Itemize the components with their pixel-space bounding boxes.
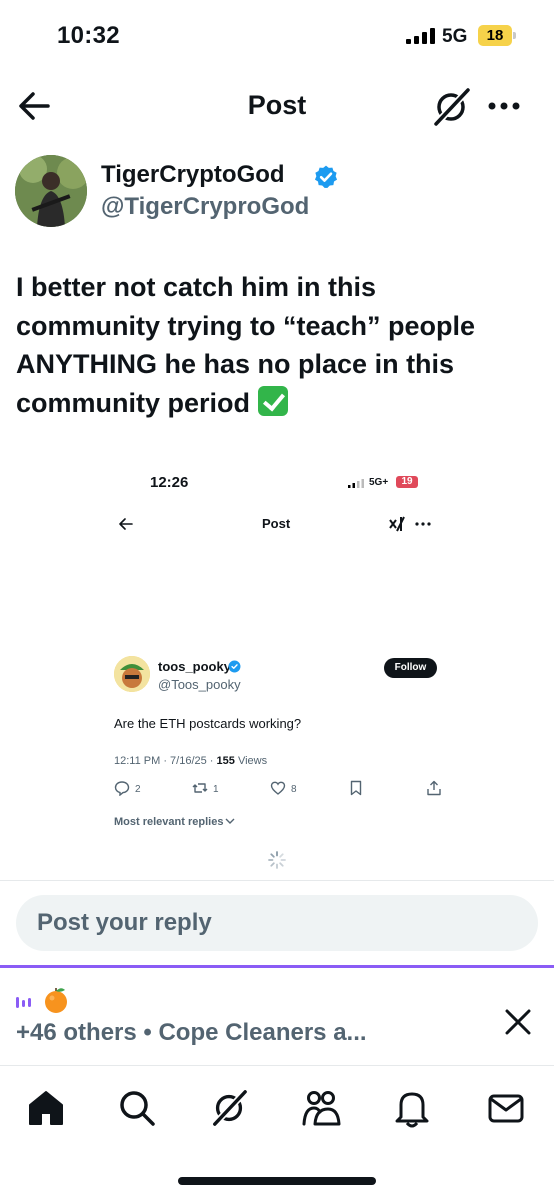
orange-emoji-icon — [45, 988, 67, 1013]
embed-status-time: 12:26 — [150, 474, 189, 491]
signal-icon — [406, 28, 435, 44]
live-space-bar[interactable]: +46 others • Cope Cleaners a... — [0, 965, 554, 1065]
embed-battery-indicator: 19 — [396, 476, 418, 488]
status-time: 10:32 — [57, 22, 120, 49]
avatar[interactable] — [15, 155, 87, 227]
embed-like-action: 8 — [270, 780, 297, 800]
embed-reply-action: 2 — [114, 780, 141, 800]
embed-repost-count: 1 — [213, 784, 219, 795]
post-text: I better not catch him in this community… — [16, 272, 476, 418]
embed-replies-filter-label: Most relevant replies — [114, 816, 224, 828]
post-body: I better not catch him in this community… — [16, 268, 526, 422]
embed-chevron-down-icon — [225, 818, 235, 824]
audio-wave-icon — [16, 997, 31, 1008]
home-indicator — [178, 1177, 376, 1185]
search-icon[interactable] — [117, 1088, 157, 1128]
top-navigation: Post — [0, 78, 554, 134]
embed-reply-count: 2 — [135, 784, 141, 795]
avatar-image — [15, 155, 87, 227]
embed-bookmark-icon — [350, 780, 362, 796]
bottom-tab-bar — [0, 1065, 554, 1199]
embed-verified-badge-icon — [228, 660, 241, 673]
home-icon[interactable] — [26, 1088, 66, 1128]
messages-mail-icon[interactable] — [486, 1088, 526, 1128]
embed-reply-icon — [114, 781, 130, 797]
embed-views-count: 155 — [216, 755, 235, 767]
embed-repost-icon — [192, 783, 208, 793]
verified-badge-icon — [314, 165, 338, 189]
more-options-icon[interactable] — [486, 98, 522, 114]
embed-like-icon — [270, 781, 286, 795]
close-icon[interactable] — [502, 1006, 534, 1038]
embed-loading-spinner-icon — [268, 851, 286, 869]
status-bar: 10:32 5G 18 — [0, 0, 554, 70]
embed-avatar-image — [114, 656, 150, 692]
embed-replies-filter: Most relevant replies — [114, 816, 235, 828]
reply-placeholder: Post your reply — [37, 909, 212, 936]
notifications-bell-icon[interactable] — [392, 1088, 432, 1128]
embedded-screenshot[interactable]: 12:26 5G+ 19 Post toos_pooky @Toos_pooky… — [92, 458, 462, 878]
embed-action-row: 2 1 8 — [114, 780, 444, 800]
embed-post-meta: 12:11 PM · 7/16/25 · 155 Views — [114, 755, 267, 767]
embed-grok-icon — [389, 516, 405, 532]
embed-network-label: 5G+ — [369, 477, 389, 488]
embed-bookmark-action — [348, 780, 369, 800]
handle[interactable]: @TigerCryproGod — [101, 193, 309, 221]
embed-post-text: Are the ETH postcards working? — [114, 716, 302, 731]
grok-icon[interactable] — [430, 86, 472, 128]
embed-share-action — [426, 780, 447, 800]
embed-page-title: Post — [262, 516, 291, 531]
display-name[interactable]: TigerCryptoGod — [101, 161, 285, 189]
communities-icon[interactable] — [301, 1088, 341, 1128]
embed-back-arrow-icon — [119, 518, 133, 530]
battery-indicator: 18 — [478, 25, 516, 46]
embed-signal-icon — [348, 479, 364, 488]
space-listeners-text[interactable]: +46 others • Cope Cleaners a... — [16, 1019, 367, 1047]
check-mark-emoji-icon — [257, 385, 288, 416]
grok-tab-icon[interactable] — [209, 1088, 249, 1128]
embed-avatar — [114, 656, 150, 692]
embed-repost-action: 1 — [192, 780, 219, 800]
embed-handle: @Toos_pooky — [158, 677, 241, 692]
embed-like-count: 8 — [291, 784, 297, 795]
network-label: 5G — [442, 26, 468, 47]
post-author[interactable]: TigerCryptoGod @TigerCryproGod — [15, 155, 535, 231]
reply-input[interactable]: Post your reply — [16, 895, 538, 951]
embed-timestamp: 12:11 PM · 7/16/25 · — [114, 755, 217, 767]
embed-more-options-icon — [415, 522, 431, 526]
embed-share-icon — [427, 780, 441, 796]
divider — [0, 880, 554, 881]
embed-views-label: Views — [234, 755, 268, 767]
embed-display-name: toos_pooky — [158, 659, 231, 674]
embed-follow-button: Follow — [384, 658, 437, 678]
